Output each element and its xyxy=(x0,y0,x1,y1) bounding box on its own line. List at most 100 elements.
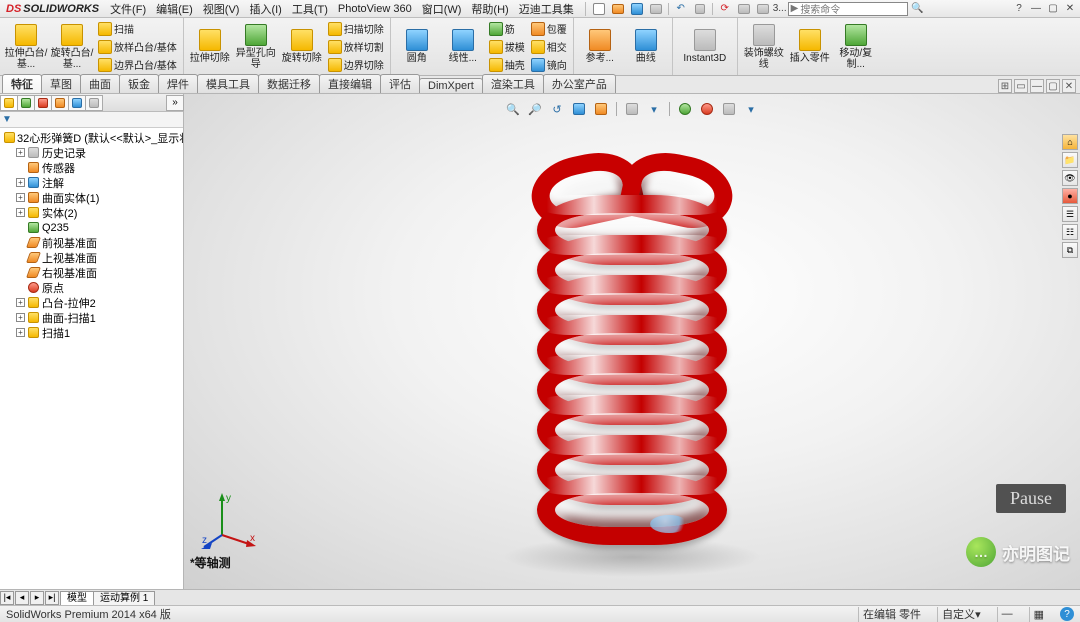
tab-surface[interactable]: 曲面 xyxy=(80,74,120,93)
new-doc-icon[interactable] xyxy=(590,2,608,16)
tab-datamigration[interactable]: 数据迁移 xyxy=(258,74,320,93)
tree-item-9[interactable]: 原点 xyxy=(2,280,181,295)
hole-wizard-button[interactable]: 异型孔向导 xyxy=(234,24,278,70)
tab-office[interactable]: 办公室产品 xyxy=(543,74,616,93)
status-grid-icon[interactable]: ▦ xyxy=(1029,607,1048,622)
insert-part-button[interactable]: 插入零件 xyxy=(788,29,832,64)
panel-tab-render[interactable] xyxy=(68,95,86,111)
sweep-cut-button[interactable]: 扫描切除 xyxy=(326,20,386,37)
taskpane-appear-icon[interactable]: ● xyxy=(1062,188,1078,204)
display-style-icon[interactable] xyxy=(623,100,641,118)
scene-icon[interactable] xyxy=(676,100,694,118)
tab-evaluate[interactable]: 评估 xyxy=(380,74,420,93)
expand-icon[interactable]: + xyxy=(16,193,25,202)
boundary-button[interactable]: 边界凸台/基体 xyxy=(96,56,179,73)
wrap-button[interactable]: 包覆 xyxy=(529,20,569,37)
instant3d-button[interactable]: Instant3D xyxy=(677,29,733,64)
menu-view[interactable]: 视图(V) xyxy=(198,1,245,17)
tree-root[interactable]: 32心形弹簧D (默认<<默认>_显示状态 xyxy=(2,130,181,145)
tab-scroll-prev[interactable]: ◂ xyxy=(15,591,29,605)
doc-icon1[interactable]: ⊞ xyxy=(998,79,1012,93)
tab-scroll-last[interactable]: ▸| xyxy=(45,591,59,605)
expand-icon[interactable]: + xyxy=(16,148,25,157)
tree-item-1[interactable]: 传感器 xyxy=(2,160,181,175)
tab-dimxpert[interactable]: DimXpert xyxy=(419,78,483,93)
expand-icon[interactable]: + xyxy=(16,328,25,337)
tree-item-3[interactable]: +曲面实体(1) xyxy=(2,190,181,205)
menu-help[interactable]: 帮助(H) xyxy=(466,1,513,17)
boundary-cut-button[interactable]: 边界切除 xyxy=(326,56,386,73)
sweep-button[interactable]: 扫描 xyxy=(96,20,179,37)
tab-directedit[interactable]: 直接编辑 xyxy=(319,74,381,93)
pause-overlay-button[interactable]: Pause xyxy=(996,484,1066,513)
reference-geom-button[interactable]: 参考... xyxy=(578,29,622,64)
taskpane-prop-icon[interactable]: ☰ xyxy=(1062,206,1078,222)
doc-icon2[interactable]: ▭ xyxy=(1014,79,1028,93)
taskpane-extra2-icon[interactable]: ⧉ xyxy=(1062,242,1078,258)
panel-tab-config[interactable] xyxy=(34,95,52,111)
doc-min-button[interactable]: — xyxy=(1030,79,1044,93)
shell-button[interactable]: 抽壳 xyxy=(487,56,527,73)
tree-item-4[interactable]: +实体(2) xyxy=(2,205,181,220)
taskpane-view-icon[interactable]: 👁 xyxy=(1062,170,1078,186)
taskpane-home-icon[interactable]: ⌂ xyxy=(1062,134,1078,150)
view-settings-icon[interactable] xyxy=(720,100,738,118)
tree-item-0[interactable]: +历史记录 xyxy=(2,145,181,160)
zoom-area-icon[interactable]: 🔎 xyxy=(526,100,544,118)
menu-tools[interactable]: 工具(T) xyxy=(287,1,333,17)
fillet-button[interactable]: 圆角 xyxy=(395,29,439,64)
loft-button[interactable]: 放样凸台/基体 xyxy=(96,38,179,55)
draft-button[interactable]: 拔模 xyxy=(487,38,527,55)
menu-file[interactable]: 文件(F) xyxy=(105,1,151,17)
tab-sheetmetal[interactable]: 钣金 xyxy=(119,74,159,93)
options-icon[interactable] xyxy=(735,2,753,16)
menu-window[interactable]: 窗口(W) xyxy=(417,1,467,17)
help-icon[interactable]: ? xyxy=(1011,2,1027,16)
revolve-boss-button[interactable]: 旋转凸台/基... xyxy=(50,24,94,70)
intersect-button[interactable]: 相交 xyxy=(529,38,569,55)
section-view-icon[interactable] xyxy=(570,100,588,118)
panel-tab-property[interactable] xyxy=(17,95,35,111)
appearance-icon[interactable] xyxy=(698,100,716,118)
save-icon[interactable] xyxy=(628,2,646,16)
extrude-cut-button[interactable]: 拉伸切除 xyxy=(188,29,232,64)
undo-icon[interactable]: ↶ xyxy=(672,2,690,16)
taskpane-lib-icon[interactable]: 📁 xyxy=(1062,152,1078,168)
expand-icon[interactable]: + xyxy=(16,298,25,307)
select-icon[interactable] xyxy=(691,2,709,16)
tree-filter-bar[interactable]: ▼ xyxy=(0,112,183,128)
cosmetic-thread-button[interactable]: 装饰螺纹线 xyxy=(742,24,786,70)
open-icon[interactable] xyxy=(609,2,627,16)
menu-maidi[interactable]: 迈迪工具集 xyxy=(514,1,579,17)
mirror-button[interactable]: 镜向 xyxy=(529,56,569,73)
panel-tab-dim[interactable] xyxy=(51,95,69,111)
status-custom[interactable]: 自定义 ▾ xyxy=(937,607,985,622)
view-more-icon[interactable]: ▾ xyxy=(742,100,760,118)
maximize-button[interactable]: ▢ xyxy=(1045,2,1061,16)
rib-button[interactable]: 筋 xyxy=(487,20,527,37)
expand-icon[interactable]: + xyxy=(16,178,25,187)
tree-item-11[interactable]: +曲面-扫描1 xyxy=(2,310,181,325)
curves-button[interactable]: 曲线 xyxy=(624,29,668,64)
tab-scroll-next[interactable]: ▸ xyxy=(30,591,44,605)
extrude-boss-button[interactable]: 拉伸凸台/基... xyxy=(4,24,48,70)
tab-scroll-first[interactable]: |◂ xyxy=(0,591,14,605)
bottom-tab-motion[interactable]: 运动算例 1 xyxy=(93,591,155,605)
panel-tab-extra[interactable] xyxy=(85,95,103,111)
status-help-icon[interactable]: ? xyxy=(1060,607,1074,621)
graphics-viewport[interactable]: 🔍 🔎 ↺ ▾ ▾ ⌂ 📁 👁 ● ☰ ☷ ⧉ xyxy=(184,94,1080,589)
expand-icon[interactable]: + xyxy=(16,313,25,322)
tab-render[interactable]: 渲染工具 xyxy=(482,74,544,93)
taskpane-extra1-icon[interactable]: ☷ xyxy=(1062,224,1078,240)
tree-item-10[interactable]: +凸台-拉伸2 xyxy=(2,295,181,310)
expand-icon[interactable]: + xyxy=(16,208,25,217)
loft-cut-button[interactable]: 放样切割 xyxy=(326,38,386,55)
tree-item-7[interactable]: 上视基准面 xyxy=(2,250,181,265)
tree-item-5[interactable]: Q235 xyxy=(2,220,181,235)
bottom-tab-model[interactable]: 模型 xyxy=(60,591,94,605)
command-search[interactable]: ▶ 搜索命令 xyxy=(788,2,908,16)
view-orient-icon[interactable] xyxy=(592,100,610,118)
tree-item-2[interactable]: +注解 xyxy=(2,175,181,190)
tree-item-6[interactable]: 前视基准面 xyxy=(2,235,181,250)
tree-item-12[interactable]: +扫描1 xyxy=(2,325,181,340)
